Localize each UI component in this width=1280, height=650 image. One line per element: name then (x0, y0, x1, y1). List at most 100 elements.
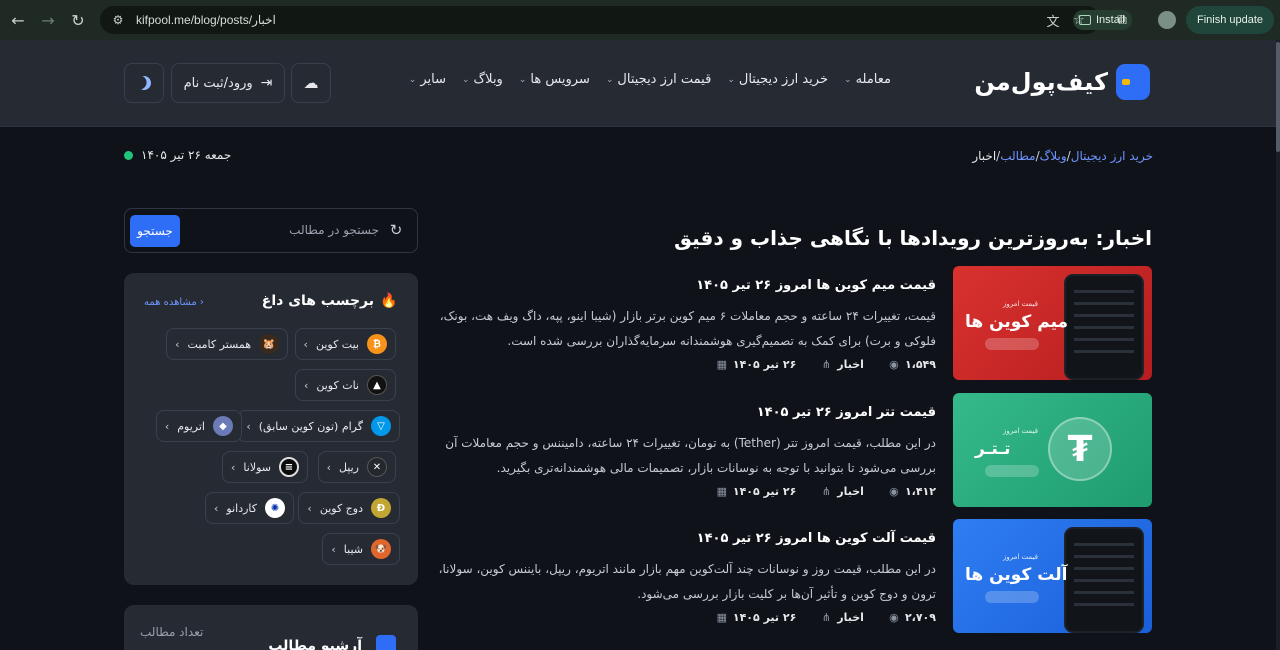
chevron-left-icon: ‹ (326, 460, 331, 474)
tag-chip-hamster[interactable]: 🐹 همستر کامبت ‹ (166, 328, 288, 360)
tag-chip-shiba[interactable]: 🐶 شیبا ‹ (322, 533, 400, 565)
post-thumbnail[interactable]: ₮ قیمت امروز تـتـر (953, 393, 1152, 507)
post-category[interactable]: اخبار (837, 358, 864, 371)
main-nav: معامله ⌄ خرید ارز دیجیتال ⌄ قیمت ارز دیجیت… (409, 72, 891, 87)
post-thumbnail[interactable]: قیمت امروز میم کوین ها (953, 266, 1152, 380)
download-app-button[interactable]: ☁ (291, 63, 331, 103)
archive-title: آرشیو مطالب (268, 638, 362, 650)
tag-label: اتریوم (177, 419, 205, 433)
calendar-icon: ▦ (716, 485, 728, 498)
tag-chip-notcoin[interactable]: ▲ نات کوین ‹ (294, 369, 396, 401)
tag-label: نات کوین (316, 378, 359, 392)
back-arrow-icon[interactable]: ← (4, 6, 32, 34)
chevron-left-icon: ‹ (303, 378, 309, 392)
chevron-left-icon: ‹ (231, 460, 236, 474)
page-scrollbar[interactable] (1276, 40, 1280, 650)
nav-item-buy-crypto[interactable]: خرید ارز دیجیتال ⌄ (727, 72, 828, 87)
site-settings-icon[interactable]: ⚙ (110, 12, 126, 28)
bookmark-star-icon[interactable]: ☆ (1070, 11, 1088, 29)
tag-chip-ethereum[interactable]: ◆ اتریوم ‹ (155, 410, 242, 442)
nav-item-trade[interactable]: معامله ⌄ (844, 72, 891, 87)
post-date: ۲۶ تیر ۱۴۰۵ (732, 485, 797, 498)
post-title[interactable]: قیمت میم کوین ها امروز ۲۶ تیر ۱۴۰۵ (696, 278, 936, 293)
see-all-link[interactable]: ‹ مشاهده همه (144, 297, 204, 308)
tag-label: بیت کوین (315, 337, 359, 351)
search-button[interactable]: جستجو (130, 215, 180, 247)
tag-chip-bitcoin[interactable]: ₿ بیت کوین ‹ (294, 328, 396, 360)
login-label: ورود/ثبت نام (183, 75, 253, 91)
calendar-icon: ▦ (716, 611, 728, 624)
login-icon: ⇥ (260, 75, 273, 91)
thumb-date-pill (985, 591, 1039, 603)
post-thumbnail[interactable]: قیمت امروز آلت کوین ها (953, 519, 1152, 633)
post-category[interactable]: اخبار (837, 611, 864, 624)
nav-item-services[interactable]: سرویس ها ⌄ (519, 72, 590, 87)
post-title[interactable]: قیمت تتر امروز ۲۶ تیر ۱۴۰۵ (757, 405, 936, 420)
breadcrumb: خرید ارز دیجیتال / وبلاگ / مطالب / اخبار (972, 149, 1153, 163)
post-excerpt: قیمت، تغییرات ۲۴ ساعته و حجم معاملات ۶ م… (439, 309, 936, 348)
tag-label: همستر کامبت (187, 337, 251, 351)
thumb-date-pill (985, 465, 1039, 477)
site-header: کیف‌پول‌من معامله ⌄ خرید ارز دیجیتال ⌄ قیم… (0, 40, 1276, 127)
profile-avatar[interactable] (1158, 11, 1176, 29)
tag-label: سولانا (243, 460, 271, 474)
post-card[interactable]: قیمت امروز آلت کوین ها قیمت آلت کوین ها … (435, 519, 1152, 633)
nav-label: معامله (855, 72, 891, 87)
chevron-left-icon: ‹ (164, 419, 170, 433)
fire-icon: 🔥 (380, 293, 398, 309)
tag-chip-cardano[interactable]: ✺ کاردانو ‹ (204, 492, 294, 524)
archive-count-label: تعداد مطالب (140, 625, 204, 639)
forward-arrow-icon[interactable]: → (34, 6, 62, 34)
post-excerpt: در این مطلب، قیمت روز و نوسانات چند آلت‌… (438, 562, 936, 601)
thumb-caption-big: میم کوین ها (965, 312, 1069, 332)
breadcrumb-link-buy[interactable]: خرید ارز دیجیتال (1071, 149, 1153, 163)
chevron-left-icon: ‹ (303, 337, 308, 351)
tag-label: گرام (تون کوین سابق) (258, 419, 363, 433)
chevron-down-icon: ⌄ (518, 74, 527, 85)
breadcrumb-link-blog[interactable]: وبلاگ (1040, 149, 1067, 163)
toncoin-icon: ▽ (371, 416, 391, 436)
post-title[interactable]: قیمت آلت کوین ها امروز ۲۶ تیر ۱۴۰۵ (697, 531, 936, 546)
reload-icon[interactable]: ↻ (64, 6, 92, 34)
tag-chip-toncoin[interactable]: ▽ گرام (تون کوین سابق) ‹ (237, 410, 400, 442)
nav-item-crypto-price[interactable]: قیمت ارز دیجیتال ⌄ (606, 72, 711, 87)
theme-toggle-button[interactable] (124, 63, 164, 103)
chevron-left-icon: ‹ (246, 419, 251, 433)
tag-chip-dogecoin[interactable]: Ð دوج کوین ‹ (298, 492, 400, 524)
hamster-icon: 🐹 (259, 334, 279, 354)
ripple-icon: ✕ (367, 457, 387, 477)
current-date: جمعه ۲۶ تیر ۱۴۰۵ (124, 148, 231, 162)
extensions-icon[interactable]: ⧉ (1112, 10, 1132, 30)
nav-item-blog[interactable]: وبلاگ ⌄ (462, 72, 503, 87)
ethereum-icon: ◆ (213, 416, 233, 436)
search-input[interactable]: جستجو در مطالب (289, 223, 379, 237)
address-bar[interactable]: ⚙ kifpool.me/blog/posts/اخبار Install 文 … (100, 6, 1132, 34)
tag-chip-ripple[interactable]: ✕ ریپل ‹ (317, 451, 396, 483)
solana-icon: ≡ (279, 457, 299, 477)
cardano-icon: ✺ (265, 498, 285, 518)
finish-update-button[interactable]: Finish update (1186, 6, 1274, 34)
tag-chip-solana[interactable]: ≡ سولانا ‹ (222, 451, 308, 483)
thumb-caption-big: تـتـر (975, 439, 1011, 459)
site-logo[interactable]: کیف‌پول‌من (974, 64, 1150, 100)
browser-toolbar: ← → ↻ ⚙ kifpool.me/blog/posts/اخبار Inst… (0, 0, 1280, 40)
notcoin-icon: ▲ (367, 375, 387, 395)
translate-icon[interactable]: 文 (1044, 11, 1062, 30)
thumb-caption-small: قیمت امروز (1003, 553, 1038, 561)
nav-item-other[interactable]: سایر ⌄ (409, 72, 446, 87)
post-card[interactable]: قیمت امروز میم کوین ها قیمت میم کوین ها … (435, 266, 1152, 380)
logo-text: کیف‌پول‌من (974, 68, 1108, 96)
breadcrumb-current: اخبار (972, 149, 997, 163)
status-dot-icon (124, 150, 133, 160)
scrollbar-thumb[interactable] (1276, 42, 1280, 152)
login-register-button[interactable]: ورود/ثبت نام ⇥ (171, 63, 285, 103)
post-card[interactable]: ₮ قیمت امروز تـتـر قیمت تتر امروز ۲۶ تیر… (435, 393, 1152, 507)
post-category[interactable]: اخبار (837, 485, 864, 498)
post-meta: ▦ ۲۶ تیر ۱۴۰۵ ⋔ اخبار ◉ ۱،۴۱۲ (716, 485, 936, 498)
thumb-caption-small: قیمت امروز (1003, 427, 1038, 435)
chevron-down-icon: ⌄ (462, 74, 470, 85)
nav-label: وبلاگ (473, 72, 503, 87)
moon-icon (135, 74, 153, 92)
search-box: جستجو جستجو در مطالب ↻ (124, 208, 418, 253)
breadcrumb-link-posts[interactable]: مطالب (1000, 149, 1035, 163)
